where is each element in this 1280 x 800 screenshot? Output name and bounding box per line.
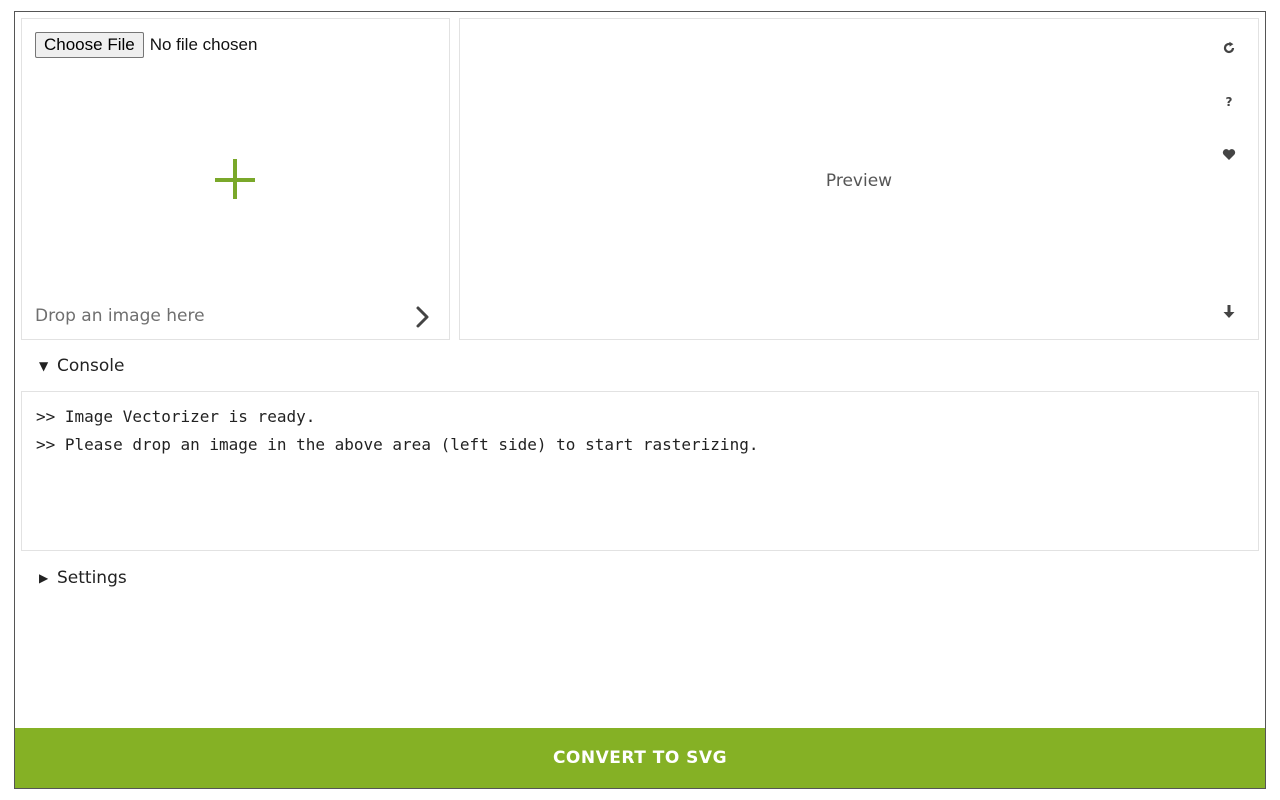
console-toggle[interactable]: ▼ Console [39, 356, 125, 376]
preview-panel: Preview ? [459, 18, 1259, 340]
console-title: Console [57, 356, 125, 376]
caret-right-icon: ▶ [39, 571, 49, 585]
heart-icon[interactable] [1219, 144, 1239, 164]
console-output: >> Image Vectorizer is ready. >> Please … [21, 391, 1259, 551]
refresh-icon[interactable] [1219, 38, 1239, 58]
help-icon[interactable]: ? [1219, 92, 1239, 112]
convert-to-svg-button[interactable]: CONVERT TO SVG [15, 728, 1265, 788]
preview-toolbar: ? [1214, 19, 1244, 339]
console-line: >> Image Vectorizer is ready. [36, 407, 316, 426]
preview-label: Preview [825, 171, 893, 191]
drop-image-label: Drop an image here [35, 306, 205, 326]
file-status-text: No file chosen [149, 35, 258, 54]
choose-file-button[interactable]: Choose File [35, 32, 144, 58]
chevron-right-icon[interactable] [412, 305, 434, 329]
app-frame: Choose File No file chosen Drop an image… [14, 11, 1266, 789]
settings-title: Settings [57, 568, 127, 588]
file-picker: Choose File No file chosen [35, 32, 257, 58]
caret-down-icon: ▼ [39, 359, 49, 373]
image-drop-zone[interactable]: Choose File No file chosen Drop an image… [21, 18, 450, 340]
settings-toggle[interactable]: ▶ Settings [39, 568, 127, 588]
download-icon[interactable] [1219, 302, 1239, 322]
console-line: >> Please drop an image in the above are… [36, 435, 759, 454]
add-image-plus-icon[interactable] [215, 159, 257, 201]
